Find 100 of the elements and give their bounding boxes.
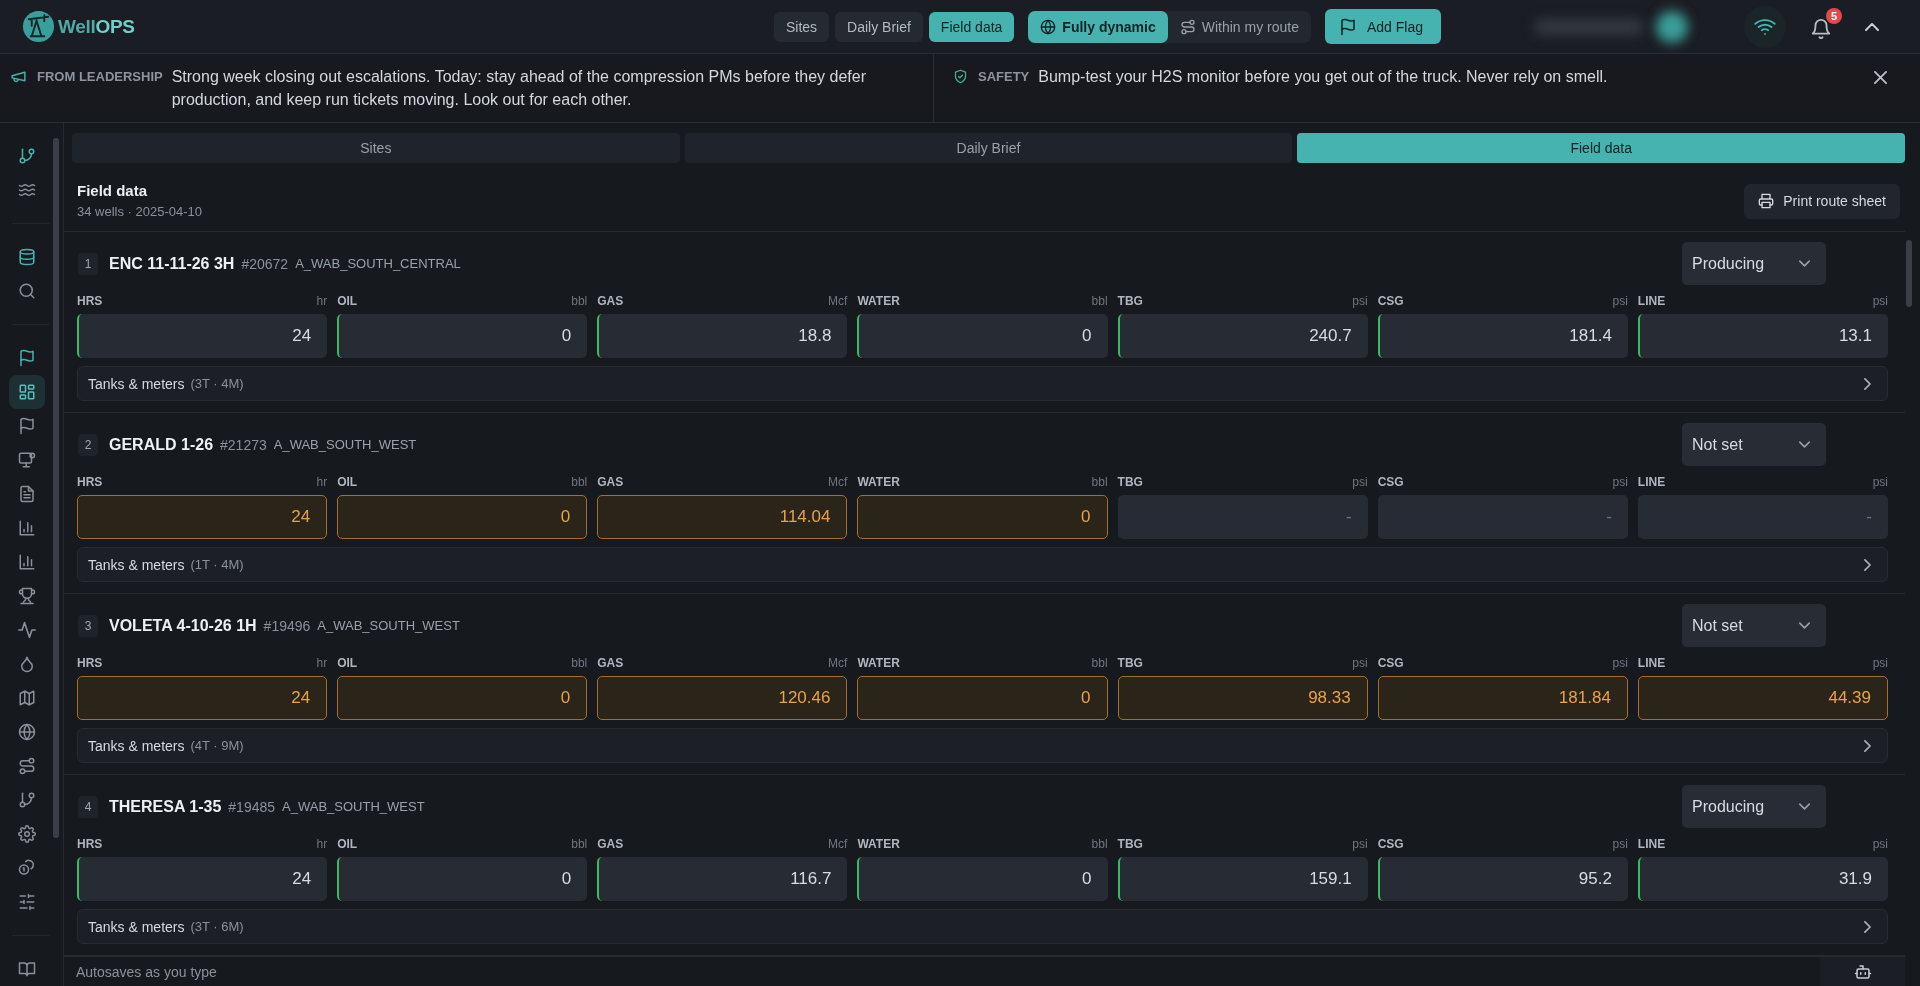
- unit-label: psi: [1872, 837, 1888, 851]
- reading-input[interactable]: 240.7: [1117, 314, 1368, 358]
- field-label: TBG: [1117, 475, 1143, 489]
- chevron-down-icon: [1799, 803, 1810, 810]
- reading-input[interactable]: 24: [77, 314, 328, 358]
- reading-input[interactable]: 24: [77, 495, 328, 539]
- unit-label: Mcf: [828, 656, 848, 670]
- print-button[interactable]: Print route sheet: [1744, 183, 1900, 219]
- status-select[interactable]: Producing: [1682, 785, 1826, 828]
- chevron-down-icon: [1799, 441, 1810, 448]
- logo-wordmark: WellOPS: [58, 15, 135, 38]
- status-select[interactable]: Producing: [1682, 242, 1826, 285]
- field-label: TBG: [1117, 837, 1143, 851]
- reading-input[interactable]: 0: [337, 676, 588, 720]
- field-label: WATER: [857, 475, 900, 489]
- reading-input[interactable]: 98.33: [1117, 676, 1368, 720]
- reading-input[interactable]: 0: [857, 857, 1108, 901]
- unit-label: psi: [1612, 656, 1628, 670]
- unit-label: Mcf: [828, 837, 848, 851]
- field-label: OIL: [337, 475, 358, 489]
- globe-icon: [1040, 18, 1057, 35]
- reading-input[interactable]: 31.9: [1637, 857, 1888, 901]
- unit-label: bbl: [571, 475, 588, 489]
- row-number: 1: [78, 252, 98, 275]
- mode-tab[interactable]: Within my route: [1167, 10, 1311, 43]
- reading-input[interactable]: 0: [857, 676, 1108, 720]
- field-label: CSG: [1377, 656, 1404, 670]
- sidebar-item[interactable]: [9, 375, 45, 409]
- reading-input[interactable]: -: [1377, 495, 1628, 539]
- branch-icon: [18, 147, 36, 165]
- unit-label: psi: [1352, 294, 1368, 308]
- field-label: GAS: [597, 294, 624, 308]
- reading-input[interactable]: 0: [337, 314, 588, 358]
- row-number: 3: [78, 614, 98, 637]
- sliders-icon: [18, 893, 36, 911]
- nav-tab[interactable]: Daily Brief: [835, 11, 923, 42]
- unit-label: hr: [316, 656, 328, 670]
- reading-input[interactable]: -: [1117, 495, 1368, 539]
- field-label: HRS: [77, 656, 103, 670]
- collapse-button[interactable]: [1864, 21, 1880, 32]
- tanks-meters-toggle[interactable]: Tanks & meters (3T · 4M): [77, 366, 1888, 401]
- reading-input[interactable]: 0: [337, 857, 588, 901]
- status-select[interactable]: Not set: [1682, 604, 1826, 647]
- field-label: CSG: [1377, 294, 1404, 308]
- well-name: THERESA 1-35: [109, 797, 222, 816]
- tanks-meters-toggle[interactable]: Tanks & meters (4T · 9M): [77, 728, 1888, 763]
- scrollbar-thumb[interactable]: [53, 138, 59, 838]
- close-icon: [1873, 70, 1887, 84]
- reading-input[interactable]: 159.1: [1117, 857, 1368, 901]
- reading-input[interactable]: 181.84: [1377, 676, 1628, 720]
- field-label: GAS: [597, 656, 624, 670]
- status-select[interactable]: Not set: [1682, 423, 1826, 466]
- reading-input[interactable]: 0: [857, 314, 1108, 358]
- reading-input[interactable]: 114.04: [597, 495, 848, 539]
- reading-input[interactable]: 0: [337, 495, 588, 539]
- assistant-button[interactable]: [1820, 957, 1905, 986]
- well-id: #21273: [220, 436, 267, 453]
- waves-icon: [18, 181, 36, 199]
- field-label: TBG: [1117, 294, 1143, 308]
- reading-input[interactable]: 116.7: [597, 857, 848, 901]
- reading-input[interactable]: 18.8: [597, 314, 848, 358]
- notifications-button[interactable]: 5: [1808, 7, 1842, 46]
- unit-label: hr: [316, 475, 328, 489]
- scrollbar-thumb[interactable]: [1906, 240, 1912, 307]
- reading-input[interactable]: 24: [77, 676, 328, 720]
- reading-input[interactable]: 120.46: [597, 676, 848, 720]
- reading-input[interactable]: 0: [857, 495, 1108, 539]
- nav-tab[interactable]: Sites: [773, 11, 830, 42]
- reading-input[interactable]: -: [1637, 495, 1888, 539]
- page-title: Field data: [77, 182, 148, 200]
- unit-label: psi: [1352, 656, 1368, 670]
- add-flag-button[interactable]: Add Flag: [1324, 9, 1441, 44]
- unit-label: psi: [1612, 294, 1628, 308]
- tanks-meters-toggle[interactable]: Tanks & meters (3T · 6M): [77, 909, 1888, 944]
- search-icon: [18, 282, 36, 300]
- reading-input[interactable]: 44.39: [1637, 676, 1888, 720]
- unit-label: psi: [1612, 475, 1628, 489]
- book-icon: [18, 960, 36, 978]
- chevron-down-icon: [1799, 260, 1810, 267]
- unit-label: Mcf: [828, 475, 848, 489]
- close-button[interactable]: [1873, 70, 1887, 84]
- field-label: HRS: [77, 837, 103, 851]
- tanks-meters-toggle[interactable]: Tanks & meters (1T · 4M): [77, 547, 1888, 582]
- announcement-label: FROM LEADERSHIP: [37, 68, 163, 86]
- flag-icon: [1338, 17, 1357, 36]
- reading-input[interactable]: 13.1: [1637, 314, 1888, 358]
- field-label: LINE: [1637, 294, 1666, 308]
- view-tab[interactable]: Daily Brief: [684, 133, 1293, 163]
- reading-input[interactable]: 24: [77, 857, 328, 901]
- field-label: GAS: [597, 475, 624, 489]
- field-label: HRS: [77, 475, 103, 489]
- nav-tab[interactable]: Field data: [928, 11, 1015, 42]
- mode-tab[interactable]: Fully dynamic: [1028, 10, 1168, 43]
- page-subtitle: 34 wells · 2025-04-10: [77, 203, 203, 220]
- reading-input[interactable]: 95.2: [1377, 857, 1628, 901]
- notification-badge: 5: [1826, 7, 1842, 24]
- view-tab[interactable]: Field data: [1297, 133, 1905, 163]
- reading-input[interactable]: 181.4: [1377, 314, 1628, 358]
- view-tab[interactable]: Sites: [72, 133, 680, 163]
- field-label: LINE: [1637, 837, 1666, 851]
